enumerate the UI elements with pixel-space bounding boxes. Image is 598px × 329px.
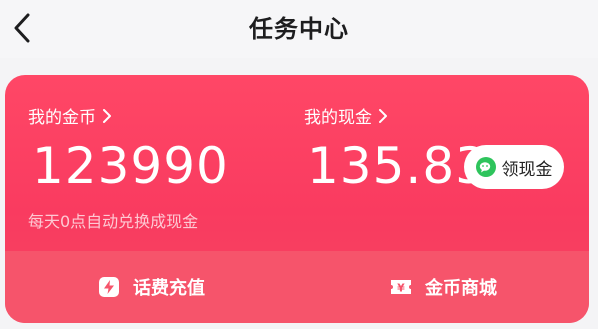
lightning-icon [99, 277, 119, 297]
top-bar: 任务中心 [0, 0, 598, 58]
my-cash-link[interactable]: 我的现金 [304, 103, 388, 128]
my-coins-link[interactable]: 我的金币 [28, 103, 112, 128]
my-cash-label: 我的现金 [304, 108, 372, 128]
coin-mall-button[interactable]: ¥ 金币商城 [297, 251, 589, 323]
wechat-icon [475, 157, 496, 177]
wallet-card: 我的金币 123990 每天0点自动兑换成现金 我的现金 135.83 领现金 … [5, 75, 589, 323]
yen-ticket-icon: ¥ [391, 280, 411, 295]
page-title: 任务中心 [249, 15, 349, 43]
phone-recharge-button[interactable]: 话费充值 [5, 251, 297, 323]
withdraw-cash-button[interactable]: 领现金 [464, 145, 564, 189]
svg-text:¥: ¥ [397, 282, 405, 295]
phone-recharge-label: 话费充值 [133, 278, 205, 299]
quick-actions: 话费充值 ¥ 金币商城 [5, 251, 589, 323]
coins-balance: 123990 [32, 137, 229, 195]
chevron-right-icon [103, 108, 111, 123]
withdraw-label: 领现金 [501, 159, 553, 180]
coin-mall-label: 金币商城 [425, 278, 497, 299]
wallet-summary: 我的金币 123990 每天0点自动兑换成现金 我的现金 135.83 领现金 [5, 75, 589, 251]
my-coins-label: 我的金币 [28, 108, 96, 128]
cash-balance: 135.83 [307, 137, 488, 195]
coins-exchange-note: 每天0点自动兑换成现金 [28, 212, 199, 231]
chevron-right-icon [379, 108, 387, 123]
